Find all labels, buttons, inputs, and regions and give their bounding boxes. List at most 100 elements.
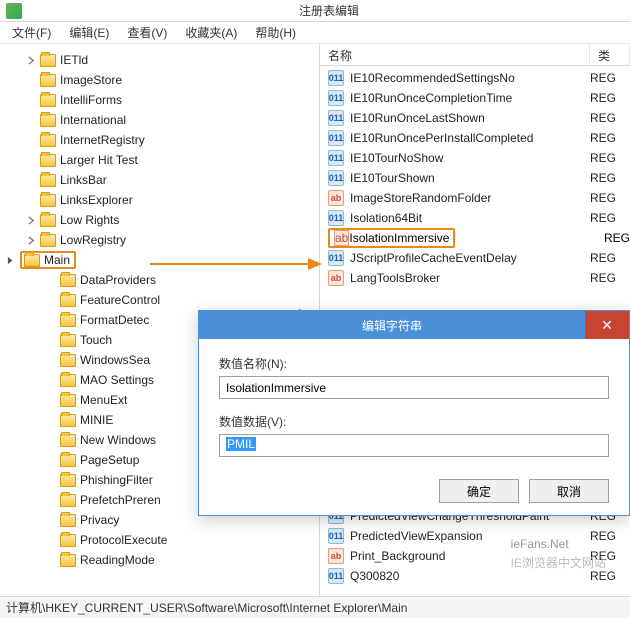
row-type: REG [590,271,630,285]
tree-label: MenuExt [80,393,127,407]
dialog-titlebar[interactable]: 编辑字符串 ✕ [199,311,629,339]
list-row[interactable]: 011 Isolation64BitREG [320,208,630,228]
row-type: REG [590,171,630,185]
list-row[interactable]: 011JScriptProfileCacheEventDelayREG [320,248,630,268]
row-type: REG [590,71,630,85]
close-icon[interactable]: ✕ [585,311,629,339]
menu-file[interactable]: 文件(F) [4,22,59,43]
expand-icon[interactable] [26,55,37,66]
row-name: IE10TourNoShow [350,151,590,165]
tree-label: LinksBar [60,173,107,187]
tree-node[interactable]: ProtocolExecute [60,530,319,550]
row-name: ImageStoreRandomFolder [350,191,590,205]
app-icon [6,3,22,19]
row-type: REG [590,251,630,265]
folder-icon [60,414,76,427]
row-name: Isolation64Bit [350,211,590,225]
folder-icon [40,194,56,207]
list-row[interactable]: abPrint_BackgroundREG [320,546,630,566]
list-row[interactable]: abImageStoreRandomFolderREG [320,188,630,208]
tree-node[interactable]: International [40,110,319,130]
tree-node[interactable]: IntelliForms [40,90,319,110]
tree-node[interactable]: IETld [40,50,319,70]
menu-help[interactable]: 帮助(H) [247,22,304,43]
tree-label: IETld [60,53,88,67]
list-row[interactable]: abIsolationImmersiveREG [320,228,630,248]
folder-icon [60,374,76,387]
name-field[interactable] [219,376,609,399]
tree-node[interactable]: ImageStore [40,70,319,90]
tree-node[interactable]: LinksExplorer [40,190,319,210]
folder-icon [60,554,76,567]
row-type: REG [590,111,630,125]
tree-node-main[interactable]: Main [20,250,319,270]
expand-icon[interactable] [26,215,37,226]
row-type: REG [590,529,630,543]
tree-label: WindowsSea [80,353,150,367]
row-name: Print_Background [350,549,590,563]
row-name: IE10TourShown [350,171,590,185]
folder-icon [24,254,40,267]
data-field[interactable]: PMIL [219,434,609,457]
col-type[interactable]: 类 [590,44,630,65]
tree-label: Touch [80,333,112,347]
menu-edit[interactable]: 编辑(E) [61,22,117,43]
col-name[interactable]: 名称 [320,44,590,65]
expand-icon[interactable] [6,255,17,266]
list-row[interactable]: 011IE10RunOnceCompletionTimeREG [320,88,630,108]
tree-node[interactable]: LinksBar [40,170,319,190]
folder-icon [60,454,76,467]
tree-node[interactable]: FeatureControl [60,290,319,310]
folder-icon [60,434,76,447]
tree-node[interactable]: LowRegistry [40,230,319,250]
string-icon: ab [328,270,344,286]
list-row[interactable]: 011IE10RunOncePerInstallCompletedREG [320,128,630,148]
menu-fav[interactable]: 收藏夹(A) [177,22,245,43]
tree-label: ReadingMode [80,553,155,567]
cancel-button[interactable]: 取消 [529,479,609,503]
folder-icon [60,494,76,507]
folder-icon [60,534,76,547]
ok-button[interactable]: 确定 [439,479,519,503]
tree-node[interactable]: Larger Hit Test [40,150,319,170]
tree-label: New Windows [80,433,156,447]
list-row[interactable]: abLangToolsBrokerREG [320,268,630,288]
folder-icon [60,514,76,527]
binary-icon: 011 [328,150,344,166]
expand-icon[interactable] [26,235,37,246]
list-row[interactable]: 011IE10TourShownREG [320,168,630,188]
tree-label: IntelliForms [60,93,122,107]
folder-icon [60,274,76,287]
menubar: 文件(F) 编辑(E) 查看(V) 收藏夹(A) 帮助(H) [0,22,630,44]
list-row[interactable]: 011Q300820REG [320,566,630,586]
folder-icon [40,174,56,187]
tree-label: ProtocolExecute [80,533,167,547]
tree-label: PhishingFilter [80,473,153,487]
folder-icon [40,134,56,147]
list-row[interactable]: 011IE10RecommendedSettingsNoREG [320,68,630,88]
row-type: REG [590,211,630,225]
tree-node[interactable]: Low Rights [40,210,319,230]
folder-icon [40,74,56,87]
binary-icon: 011 [328,130,344,146]
row-name: JScriptProfileCacheEventDelay [350,251,590,265]
list-row[interactable]: 011IE10TourNoShowREG [320,148,630,168]
tree-label: MINIE [80,413,113,427]
row-type: REG [590,131,630,145]
list-row[interactable]: 011IE10RunOnceLastShownREG [320,108,630,128]
tree-node[interactable]: InternetRegistry [40,130,319,150]
tree-label: Main [44,253,70,267]
tree-label: LowRegistry [60,233,126,247]
name-label: 数值名称(N): [219,355,609,372]
list-row[interactable]: 011PredictedViewExpansionREG [320,526,630,546]
window-title: 注册表编辑 [28,2,630,19]
folder-icon [40,234,56,247]
binary-icon: 011 [328,210,344,226]
data-label: 数值数据(V): [219,413,609,430]
tree-label: MAO Settings [80,373,154,387]
tree-node[interactable]: ReadingMode [60,550,319,570]
tree-label: DataProviders [80,273,156,287]
tree-label: InternetRegistry [60,133,145,147]
tree-node[interactable]: DataProviders [60,270,319,290]
menu-view[interactable]: 查看(V) [119,22,175,43]
